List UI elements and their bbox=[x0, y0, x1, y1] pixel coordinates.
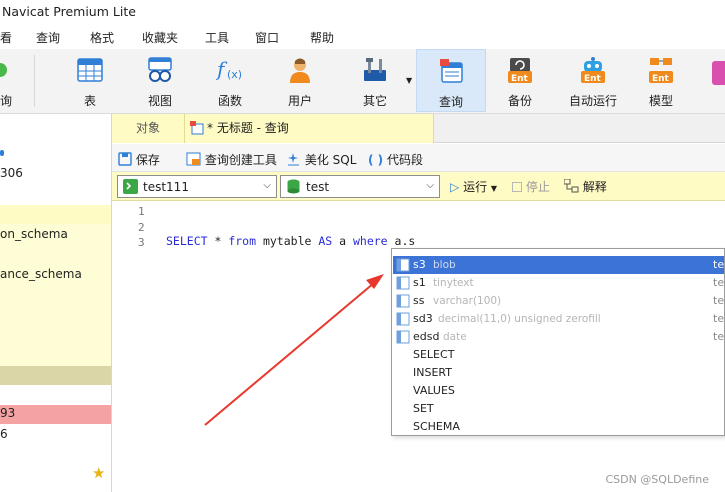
column-type: date bbox=[443, 331, 467, 343]
autocomplete-keyword[interactable]: SET bbox=[393, 400, 724, 418]
column-name: s1 bbox=[413, 276, 426, 289]
column-icon bbox=[396, 276, 410, 290]
column-name: edsd bbox=[413, 330, 440, 343]
column-type: blob bbox=[433, 259, 456, 271]
keyword-label: INSERT bbox=[413, 366, 452, 379]
keyword-label: SELECT bbox=[413, 348, 455, 361]
column-icon bbox=[396, 330, 410, 344]
column-table: tes bbox=[713, 258, 725, 271]
column-type: tinytext bbox=[433, 277, 474, 289]
autocomplete-item[interactable]: s3 blob tes bbox=[393, 256, 725, 274]
autocomplete-item[interactable]: sd3 decimal(11,0) unsigned zerofill tes bbox=[393, 310, 725, 328]
keyword-label: VALUES bbox=[413, 384, 455, 397]
autocomplete-keyword[interactable]: INSERT bbox=[393, 364, 724, 382]
column-table: tes bbox=[713, 330, 725, 343]
column-name: sd3 bbox=[413, 312, 433, 325]
column-type: decimal(11,0) unsigned zerofill bbox=[438, 313, 601, 325]
watermark: CSDN @SQLDefine bbox=[605, 473, 709, 486]
autocomplete-keyword[interactable]: SCHEMA bbox=[393, 418, 724, 435]
autocomplete-popup: s3 blob tes s1 tinytext tes ss varchar(1… bbox=[391, 248, 725, 436]
autocomplete-keyword[interactable]: VALUES bbox=[393, 382, 724, 400]
autocomplete-item[interactable]: ss varchar(100) tes bbox=[393, 292, 725, 310]
column-table: tes bbox=[713, 294, 725, 307]
keyword-label: SET bbox=[413, 402, 434, 415]
column-icon bbox=[396, 312, 410, 326]
autocomplete-item[interactable]: edsd date tes bbox=[393, 328, 725, 346]
column-name: ss bbox=[413, 294, 425, 307]
column-type: varchar(100) bbox=[433, 295, 502, 307]
autocomplete-keyword[interactable]: SELECT bbox=[393, 346, 724, 364]
autocomplete-item[interactable]: s1 tinytext tes bbox=[393, 274, 725, 292]
column-table: tes bbox=[713, 312, 725, 325]
column-icon bbox=[396, 294, 410, 308]
keyword-label: SCHEMA bbox=[413, 420, 460, 433]
column-icon bbox=[396, 258, 410, 272]
column-table: tes bbox=[713, 276, 725, 289]
column-name: s3 bbox=[413, 258, 426, 271]
